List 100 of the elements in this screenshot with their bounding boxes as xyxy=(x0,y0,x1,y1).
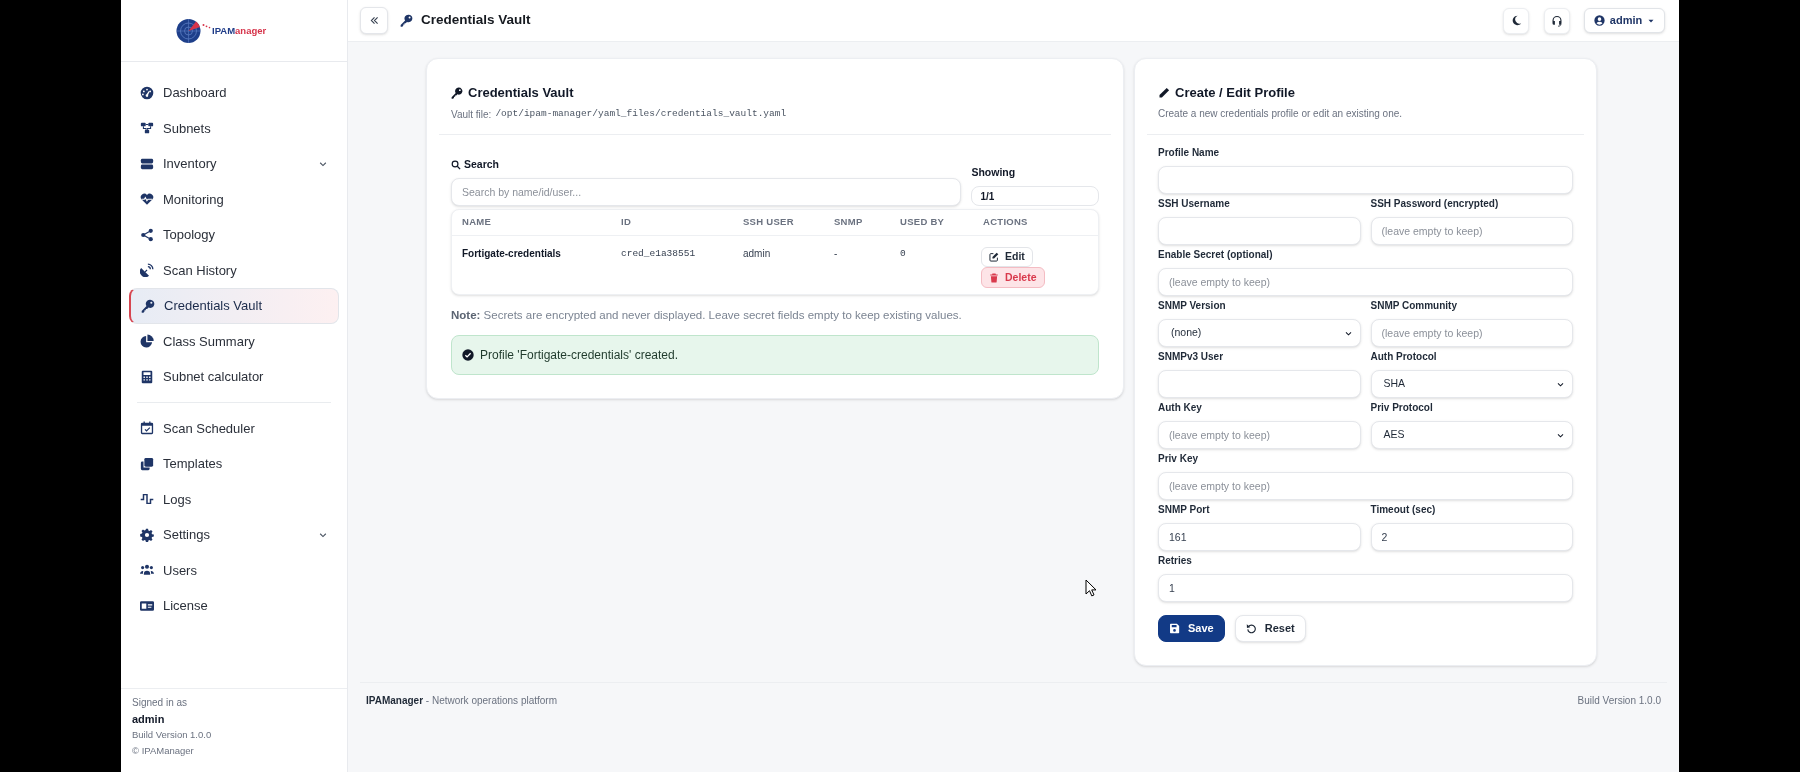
sidebar-item[interactable]: Subnet calculator xyxy=(129,359,339,395)
sidebar-item[interactable]: Inventory xyxy=(129,146,339,182)
signed-in-label: Signed in as xyxy=(132,696,189,710)
key-icon xyxy=(141,298,155,313)
edit-button[interactable]: Edit xyxy=(981,247,1033,267)
build-version: Build Version 1.0.0 xyxy=(132,728,213,742)
trash-icon xyxy=(989,272,999,283)
copyright-text: © IPAManager xyxy=(132,744,195,758)
search-label: Search xyxy=(464,157,500,173)
sidebar-item[interactable]: Class Summary xyxy=(129,323,339,359)
user-menu-button[interactable]: admin xyxy=(1584,8,1665,33)
table-cell-text: 0 xyxy=(899,247,907,261)
field-label: SSH Username xyxy=(1158,197,1231,211)
column-header: NAME xyxy=(461,215,493,230)
logo-text: IPAManager xyxy=(212,25,267,36)
sidebar-item[interactable]: Scan History xyxy=(129,252,339,288)
sidebar-item[interactable]: License xyxy=(129,588,339,624)
page-title: Credentials Vault xyxy=(421,11,531,30)
text-field[interactable] xyxy=(1158,166,1573,194)
headset-icon xyxy=(1551,14,1563,27)
column-header: ACTIONS xyxy=(982,215,1029,230)
field-label: Enable Secret (optional) xyxy=(1158,248,1274,262)
edit-icon xyxy=(989,252,999,262)
text-field[interactable]: (leave empty to keep) xyxy=(1158,421,1361,449)
field-label: Priv Key xyxy=(1158,452,1200,466)
text-field[interactable]: 161 xyxy=(1158,523,1361,551)
save-button[interactable]: Save xyxy=(1158,615,1225,642)
network-icon xyxy=(140,121,154,136)
key-icon xyxy=(451,87,463,99)
sidebar-item[interactable]: Topology xyxy=(129,217,339,253)
vault-file-label: Vault file: xyxy=(451,107,492,122)
reset-button[interactable]: Reset xyxy=(1234,615,1306,642)
sidebar-item[interactable]: Logs xyxy=(129,481,339,517)
field-label: Priv Protocol xyxy=(1370,401,1434,415)
sidebar-item[interactable]: Subnets xyxy=(129,110,339,146)
text-field[interactable]: (leave empty to keep) xyxy=(1370,319,1573,347)
text-field[interactable]: (leave empty to keep) xyxy=(1158,472,1573,500)
text-field[interactable] xyxy=(1158,370,1361,398)
note-text: Note: Secrets are encrypted and never displayed. Leave secret fields empty to keep existing values. xyxy=(451,308,963,322)
table-cell-text: admin xyxy=(742,247,772,261)
select-field[interactable]: (none) xyxy=(1158,319,1361,347)
heart-pulse-icon xyxy=(140,192,154,207)
field-label: SNMP Version xyxy=(1158,299,1227,313)
double-chevron-left-icon xyxy=(368,15,380,26)
user-name: admin xyxy=(132,712,166,727)
pie-chart-icon xyxy=(140,334,154,349)
calendar-check-icon xyxy=(140,421,154,436)
sidebar-item[interactable]: Settings xyxy=(129,517,339,553)
share-nodes-icon xyxy=(140,227,154,242)
text-field[interactable]: (leave empty to keep) xyxy=(1370,217,1573,245)
column-header: SNMP xyxy=(833,215,864,230)
sidebar-item[interactable]: Users xyxy=(129,552,339,588)
server-icon xyxy=(140,156,154,171)
card-title: Create / Edit Profile xyxy=(1175,84,1295,103)
delete-button[interactable]: Delete xyxy=(981,267,1045,288)
text-field[interactable]: 2 xyxy=(1370,523,1573,551)
collapse-sidebar-button[interactable] xyxy=(360,7,388,34)
satellite-dish-icon xyxy=(140,263,154,278)
footer-brand-text: IPAManager - Network operations platform xyxy=(366,694,557,708)
sidebar-item[interactable]: Credentials Vault xyxy=(129,288,339,324)
check-circle-icon xyxy=(462,349,474,361)
moon-icon xyxy=(1510,15,1522,26)
card-subtitle: Create a new credentials profile or edit an existing one. xyxy=(1158,107,1404,121)
column-header: ID xyxy=(620,215,633,230)
field-label: Auth Key xyxy=(1158,401,1203,415)
sidebar-item[interactable]: Dashboard xyxy=(129,75,339,111)
showing-count: 1/1 xyxy=(971,186,1099,206)
table-cell-text: cred_e1a38551 xyxy=(620,247,697,261)
support-button[interactable] xyxy=(1544,7,1570,34)
table-cell-text: - xyxy=(833,247,839,261)
table-cell-text: Fortigate-credentials xyxy=(461,247,562,261)
key-icon xyxy=(400,14,413,27)
radar-logo-icon xyxy=(176,17,211,44)
field-label: SNMP Port xyxy=(1158,503,1211,517)
footer-build-version: Build Version 1.0.0 xyxy=(1577,694,1661,708)
sidebar-item[interactable]: Scan Scheduler xyxy=(129,410,339,446)
theme-toggle-button[interactable] xyxy=(1503,7,1529,34)
select-field[interactable]: AES xyxy=(1370,421,1573,449)
sidebar-item[interactable]: Templates xyxy=(129,446,339,482)
alert-message: Profile 'Fortigate-credentials' created. xyxy=(480,347,678,364)
card-title: Credentials Vault xyxy=(468,84,574,103)
text-field[interactable]: (leave empty to keep) xyxy=(1158,268,1573,296)
column-header: USED BY xyxy=(899,215,946,230)
search-field[interactable]: Search by name/id/user... xyxy=(451,178,962,206)
rotate-left-icon xyxy=(1245,623,1257,634)
select-field[interactable]: SHA xyxy=(1370,370,1573,398)
text-field[interactable] xyxy=(1158,217,1361,245)
pulse-wave-icon xyxy=(140,492,154,507)
text-field[interactable]: 1 xyxy=(1158,574,1573,602)
calculator-icon xyxy=(140,369,154,384)
vault-file-path: /opt/ipam-manager/yaml_files/credentials_vault.yaml xyxy=(495,106,787,121)
sidebar-item[interactable]: Monitoring xyxy=(129,181,339,217)
users-icon xyxy=(140,563,154,578)
field-label: SNMPv3 User xyxy=(1158,350,1225,364)
id-card-icon xyxy=(140,598,154,613)
field-label: SNMP Community xyxy=(1370,299,1458,313)
field-label: Auth Protocol xyxy=(1370,350,1438,364)
column-header: SSH USER xyxy=(742,215,795,230)
settings-icon xyxy=(140,527,154,542)
field-label: Retries xyxy=(1158,554,1193,568)
